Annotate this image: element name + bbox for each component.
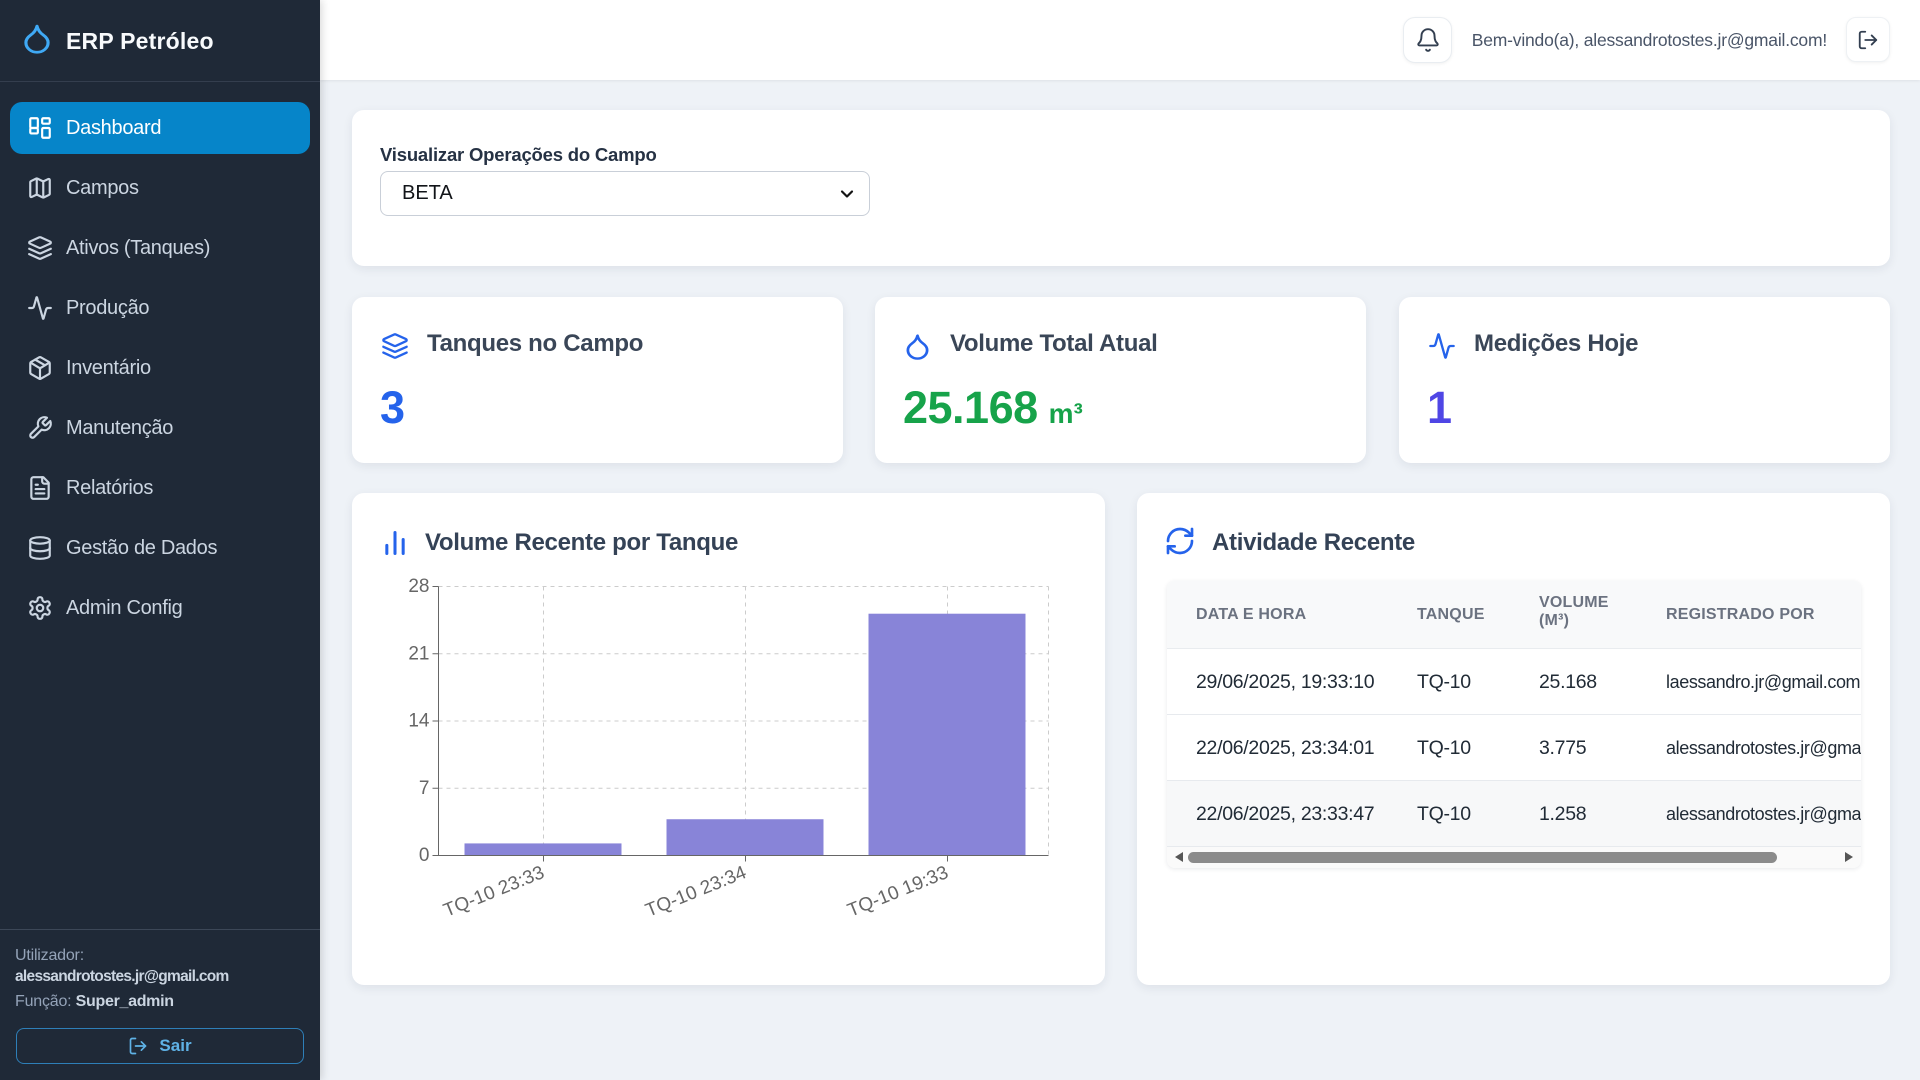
svg-text:TQ-10 19:33: TQ-10 19:33 <box>845 862 952 921</box>
svg-text:TQ-10 23:34: TQ-10 23:34 <box>643 862 750 922</box>
svg-text:14: 14 <box>408 711 430 732</box>
svg-text:0: 0 <box>419 845 430 866</box>
svg-text:TQ-10 23:33: TQ-10 23:33 <box>441 862 548 921</box>
svg-text:7: 7 <box>419 778 430 799</box>
svg-text:21: 21 <box>408 643 429 664</box>
svg-text:28: 28 <box>408 576 429 597</box>
